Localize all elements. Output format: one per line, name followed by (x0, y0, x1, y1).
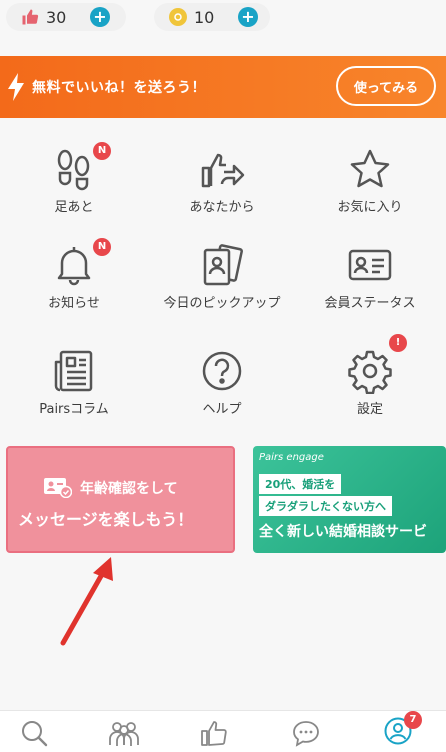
likes-counter: 30 + (6, 3, 126, 31)
menu-item-notifications[interactable]: N お知らせ (0, 214, 148, 318)
search-icon[interactable] (20, 719, 48, 747)
engage-headline: 全く新しい結婚相談サービ (259, 524, 427, 540)
menu-item-favorites[interactable]: お気に入り (296, 118, 444, 222)
age-verification-promo[interactable]: 年齢確認をして メッセージを楽しもう！ (6, 446, 235, 553)
thumbs-up-nav-icon[interactable] (200, 719, 228, 747)
thumbs-up-share-icon (199, 146, 245, 192)
membership-label: 会員ステータス (324, 296, 416, 311)
menu-grid: N 足あと あなたから お気に入り N お知らせ 今日のピックアップ 会員ステー… (0, 118, 446, 430)
community-icon[interactable] (108, 719, 140, 747)
profile-tab[interactable]: 7 (384, 711, 422, 745)
lightning-icon (8, 73, 24, 101)
footprints-icon: N (51, 142, 111, 192)
menu-item-daily-pickup[interactable]: 今日のピックアップ (148, 214, 296, 318)
menu-item-settings[interactable]: ! 設定 (296, 320, 444, 424)
bell-icon: N (51, 238, 111, 288)
engage-promo[interactable]: Pairs engage 20代、婚活を ダラダラしたくない方へ 全く新しい結婚… (253, 446, 446, 553)
menu-item-membership[interactable]: 会員ステータス (296, 214, 444, 318)
coin-icon (168, 7, 188, 27)
profile-count-badge: 7 (404, 711, 422, 729)
likes-count: 30 (46, 7, 67, 27)
points-count: 10 (194, 7, 215, 27)
id-card-icon (347, 242, 393, 288)
annotation-arrow-icon (60, 557, 113, 646)
engage-brand: Pairs engage (259, 452, 324, 463)
menu-item-help[interactable]: ヘルプ (148, 320, 296, 424)
menu-item-from-you[interactable]: あなたから (148, 118, 296, 222)
from-you-label: あなたから (189, 200, 255, 215)
banner-text: 無料でいいね！を送ろう！ (32, 80, 206, 96)
help-label: ヘルプ (202, 402, 242, 417)
star-icon (347, 146, 393, 192)
daily-pickup-label: 今日のピックアップ (163, 296, 281, 311)
promo-age-line1: 年齢確認をして (80, 481, 178, 497)
question-circle-icon (199, 348, 245, 394)
menu-item-footprints[interactable]: N 足あと (0, 118, 148, 222)
settings-alert-badge: ! (389, 334, 407, 352)
add-points-button[interactable]: + (238, 7, 258, 27)
points-counter: 10 + (154, 3, 270, 31)
pairs-column-label: Pairsコラム (39, 402, 109, 417)
id-check-icon (44, 478, 72, 498)
favorites-label: お気に入り (337, 200, 403, 215)
try-it-button[interactable]: 使ってみる (336, 66, 436, 106)
engage-tag-2: ダラダラしたくない方へ (259, 496, 392, 516)
engage-tag-1: 20代、婚活を (259, 474, 342, 494)
free-like-banner[interactable]: 無料でいいね！を送ろう！ 使ってみる (0, 56, 446, 118)
promo-age-line2: メッセージを楽しもう！ (18, 510, 194, 529)
bottom-nav: 7 (0, 710, 446, 752)
notifications-label: お知らせ (48, 296, 100, 311)
thumbs-up-icon (20, 7, 40, 27)
add-likes-button[interactable]: + (90, 7, 110, 27)
promo-line1: 年齢確認をして (44, 478, 178, 498)
menu-item-pairs-column[interactable]: Pairsコラム (0, 320, 148, 424)
profile-cards-icon (199, 242, 245, 288)
counters-bar: 30 + 10 + (0, 0, 446, 36)
footprints-new-badge: N (93, 142, 111, 160)
gear-icon: ! (347, 334, 407, 395)
notifications-new-badge: N (93, 238, 111, 256)
settings-label: 設定 (356, 402, 383, 417)
messages-icon[interactable] (292, 719, 320, 747)
newspaper-icon (51, 348, 97, 394)
footprints-label: 足あと (54, 200, 94, 215)
